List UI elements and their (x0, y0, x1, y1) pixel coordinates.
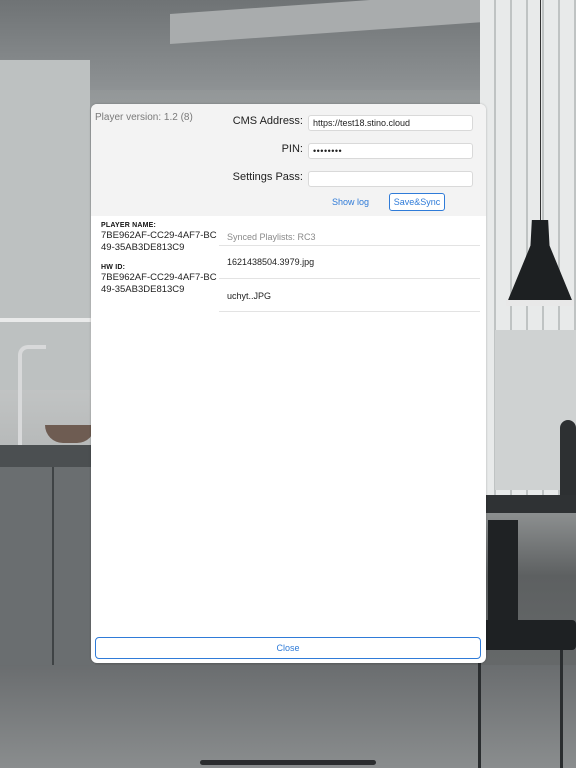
player-version: Player version: 1.2 (8) (95, 112, 193, 123)
pin-label: PIN: (281, 143, 303, 155)
bg-wall (0, 60, 90, 390)
cms-address-field[interactable]: https://test18.stino.cloud (308, 115, 473, 131)
bg-cabinet-divider (52, 467, 54, 697)
playlist-divider (219, 311, 480, 312)
synced-playlists-header: Synced Playlists: RC3 (227, 232, 316, 242)
player-name-value: 7BE962AF-CC29-4AF7-BC49-35AB3DE813C9 (101, 230, 217, 253)
playlist-divider (219, 245, 480, 246)
settings-dialog: Player version: 1.2 (8) CMS Address: htt… (91, 104, 486, 663)
bg-shelf (0, 318, 95, 322)
settings-pass-label: Settings Pass: (232, 171, 303, 183)
bg-chair-leg (560, 650, 563, 768)
bg-lamp-wire (540, 0, 541, 220)
show-log-button[interactable]: Show log (332, 197, 369, 207)
hw-id-value: 7BE962AF-CC29-4AF7-BC49-35AB3DE813C9 (101, 272, 217, 295)
bg-floor (0, 665, 576, 768)
home-indicator (200, 760, 376, 765)
bg-faucet (18, 345, 46, 449)
bg-table (486, 495, 576, 513)
hw-id-label: HW ID: (101, 264, 126, 271)
bg-vase (560, 420, 576, 500)
bg-cabinet (0, 467, 95, 697)
playlist-divider (219, 278, 480, 279)
bg-bowl (45, 425, 95, 443)
cms-address-label: CMS Address: (232, 115, 303, 127)
bg-counter (0, 445, 95, 467)
playlist-item[interactable]: uchyt..JPG (227, 291, 271, 301)
pin-field[interactable]: •••••••• (308, 143, 473, 159)
settings-header-panel: Player version: 1.2 (8) CMS Address: htt… (91, 104, 486, 216)
settings-pass-field[interactable] (308, 171, 473, 187)
bg-chair-leg (478, 650, 481, 768)
bg-chair-back (488, 520, 518, 630)
bg-lamp-rim (506, 300, 574, 306)
player-info: PLAYER NAME: 7BE962AF-CC29-4AF7-BC49-35A… (101, 222, 221, 296)
playlist-item[interactable]: 1621438504.3979.jpg (227, 257, 314, 267)
player-name-label: PLAYER NAME: (101, 222, 157, 229)
close-button[interactable]: Close (95, 637, 481, 659)
save-sync-button[interactable]: Save&Sync (389, 193, 445, 211)
